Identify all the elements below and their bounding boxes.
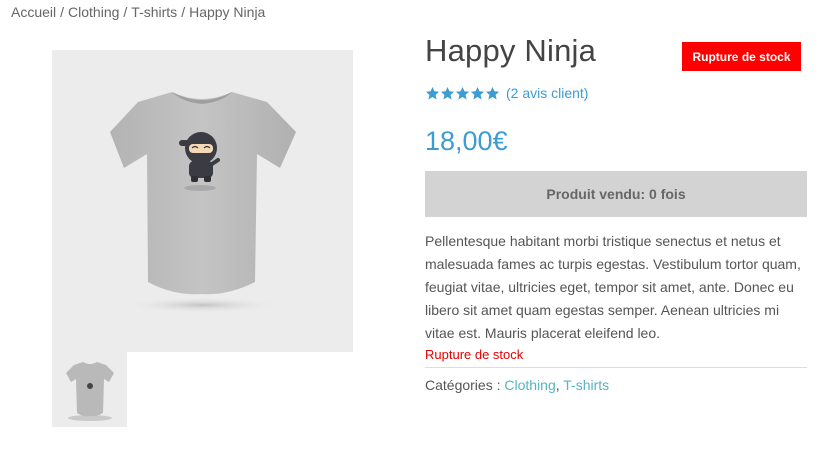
product-thumbnail[interactable] xyxy=(52,352,127,427)
category-separator: , xyxy=(555,377,560,393)
product-description: Pellentesque habitant morbi tristique se… xyxy=(425,233,801,341)
out-of-stock-badge: Rupture de stock xyxy=(682,42,801,71)
categories-label: Catégories : xyxy=(425,377,501,393)
breadcrumb: Accueil / Clothing / T-shirts / Happy Ninja xyxy=(11,4,265,20)
product-main-image[interactable] xyxy=(52,50,353,352)
star-icon xyxy=(440,86,455,99)
star-icon xyxy=(485,86,500,99)
category-link-clothing[interactable]: Clothing xyxy=(504,377,555,393)
breadcrumb-tshirts[interactable]: T-shirts xyxy=(131,4,177,20)
reviews-link[interactable]: (2 avis client) xyxy=(506,85,588,101)
breadcrumb-home[interactable]: Accueil xyxy=(11,4,56,20)
stock-status-text: Rupture de stock xyxy=(425,347,524,362)
product-categories: Catégories : Clothing, T-shirts xyxy=(425,377,609,393)
category-link-tshirts[interactable]: T-shirts xyxy=(563,377,609,393)
tshirt-thumbnail-illustration xyxy=(66,362,114,421)
star-icon xyxy=(455,86,470,99)
product-title: Happy Ninja xyxy=(425,33,597,68)
breadcrumb-current: Happy Ninja xyxy=(189,4,266,20)
divider xyxy=(425,367,807,368)
tshirt-ninja-illustration xyxy=(110,92,296,313)
star-icon xyxy=(470,86,485,99)
breadcrumb-separator: / xyxy=(181,4,186,20)
breadcrumb-separator: / xyxy=(60,4,65,20)
product-rating: (2 avis client) xyxy=(425,85,588,101)
sold-count-box: Produit vendu: 0 fois xyxy=(425,171,807,217)
star-icon xyxy=(425,86,440,99)
breadcrumb-separator: / xyxy=(123,4,128,20)
star-rating xyxy=(425,86,500,101)
breadcrumb-clothing[interactable]: Clothing xyxy=(68,4,119,20)
product-price: 18,00€ xyxy=(425,126,508,156)
